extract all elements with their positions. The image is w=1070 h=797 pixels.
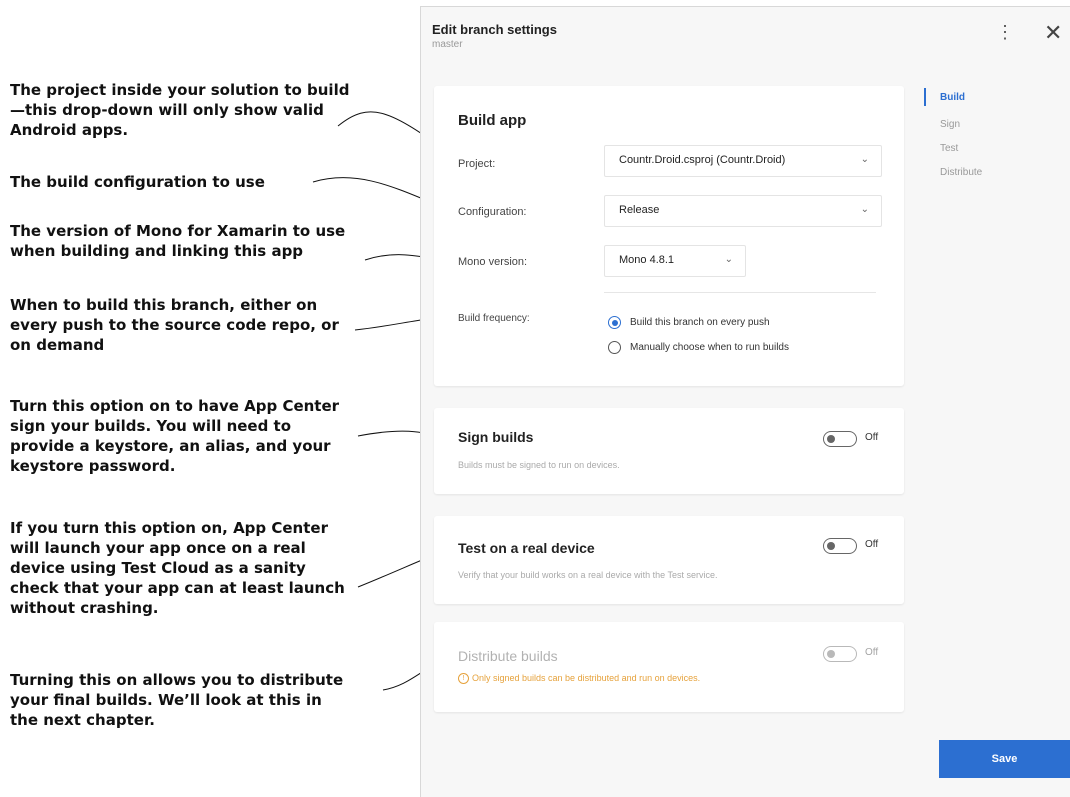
close-icon[interactable]: ✕	[1044, 22, 1062, 44]
radio-every-push[interactable]	[608, 316, 621, 329]
sign-builds-description: Builds must be signed to run on devices.	[458, 460, 620, 470]
nav-item-build[interactable]: Build	[940, 92, 965, 103]
sign-builds-toggle[interactable]	[823, 431, 857, 447]
annotation-project: The project inside your solution to buil…	[10, 81, 350, 139]
test-device-toggle-label: Off	[865, 539, 879, 550]
nav-item-test[interactable]: Test	[940, 143, 958, 154]
test-device-toggle[interactable]	[823, 538, 857, 554]
annotation-mono-version: The version of Mono for Xamarin to use w…	[10, 222, 346, 260]
test-device-card	[434, 516, 904, 604]
nav-item-distribute[interactable]: Distribute	[940, 167, 982, 178]
build-app-title: Build app	[458, 112, 527, 129]
distribute-warning: Only signed builds can be distributed an…	[472, 673, 701, 683]
nav-active-indicator	[924, 88, 926, 106]
annotation-distribute: Turning this on allows you to distribute…	[10, 671, 344, 729]
project-label: Project:	[458, 158, 496, 170]
sign-builds-title: Sign builds	[458, 429, 534, 445]
branch-name: master	[432, 39, 463, 50]
build-app-card	[434, 86, 904, 386]
more-options-icon[interactable]: ⋮	[996, 23, 1014, 41]
panel-title: Edit branch settings	[432, 22, 557, 37]
radio-manual[interactable]	[608, 341, 621, 354]
chevron-down-icon: ⌄	[860, 154, 869, 165]
sign-builds-card	[434, 408, 904, 494]
project-value: Countr.Droid.csproj (Countr.Droid)	[619, 154, 786, 166]
divider	[604, 292, 876, 293]
annotation-sign-builds: Turn this option on to have App Center s…	[10, 397, 340, 475]
distribute-title: Distribute builds	[458, 648, 558, 664]
project-select[interactable]: Countr.Droid.csproj (Countr.Droid) ⌄	[604, 145, 882, 177]
mono-version-value: Mono 4.8.1	[619, 254, 675, 266]
mono-version-label: Mono version:	[458, 256, 528, 268]
sign-builds-toggle-label: Off	[865, 432, 879, 443]
chevron-down-icon: ⌄	[860, 204, 869, 215]
configuration-select[interactable]: Release ⌄	[604, 195, 882, 227]
annotation-build-frequency: When to build this branch, either on eve…	[10, 296, 339, 354]
test-device-description: Verify that your build works on a real d…	[458, 570, 718, 580]
radio-manual-label: Manually choose when to run builds	[630, 342, 789, 353]
chevron-down-icon: ⌄	[724, 254, 733, 265]
mono-version-select[interactable]: Mono 4.8.1 ⌄	[604, 245, 746, 277]
radio-every-push-label: Build this branch on every push	[630, 317, 770, 328]
nav-item-sign[interactable]: Sign	[940, 119, 960, 130]
distribute-card	[434, 622, 904, 712]
configuration-label: Configuration:	[458, 206, 527, 218]
warning-icon: !	[458, 673, 469, 684]
save-button[interactable]: Save	[939, 740, 1070, 778]
distribute-toggle[interactable]	[823, 646, 857, 662]
annotation-configuration: The build configuration to use	[10, 173, 265, 191]
test-device-title: Test on a real device	[458, 540, 595, 556]
configuration-value: Release	[619, 204, 660, 216]
build-frequency-label: Build frequency:	[458, 313, 530, 324]
distribute-toggle-label: Off	[865, 647, 879, 658]
annotation-test-device: If you turn this option on, App Center w…	[10, 519, 345, 617]
save-button-label: Save	[991, 753, 1018, 765]
